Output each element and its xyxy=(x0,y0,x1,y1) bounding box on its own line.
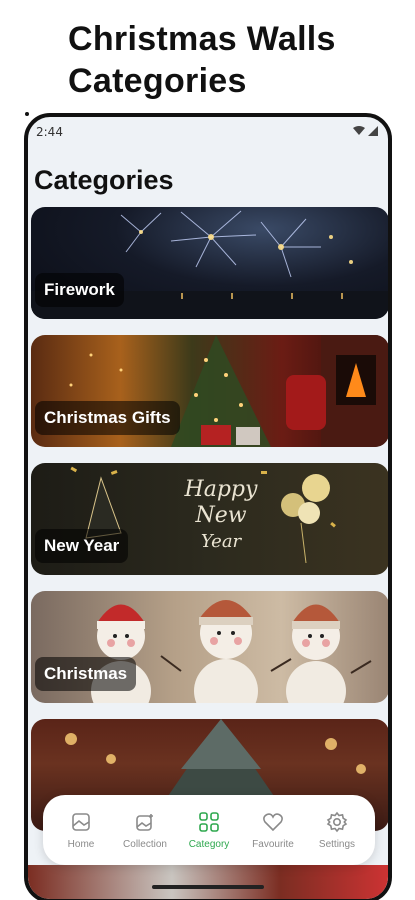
category-grid-icon xyxy=(199,811,219,832)
nav-item-collection[interactable]: Collection xyxy=(115,811,175,850)
nav-label-home: Home xyxy=(67,838,95,850)
status-icons xyxy=(353,126,378,136)
category-card-firework[interactable]: Firework xyxy=(31,207,388,319)
promo-title: Christmas Walls Categories xyxy=(68,18,336,102)
home-image-icon xyxy=(72,812,90,831)
category-card-christmas[interactable]: Christmas xyxy=(31,591,388,703)
status-time: 2:44 xyxy=(36,125,63,139)
nav-item-settings[interactable]: Settings xyxy=(307,811,367,850)
nav-item-category[interactable]: Category xyxy=(179,811,239,850)
phone-frame: 2:44 Categories Firework Christmas Gifts… xyxy=(24,113,392,900)
category-list[interactable]: Firework Christmas Gifts Happy New Year … xyxy=(31,207,388,847)
bottom-navigation: Home Collection Category Favourite Setti… xyxy=(43,795,375,865)
wifi-icon xyxy=(353,126,365,135)
gear-icon xyxy=(326,811,348,832)
collection-icon xyxy=(136,813,153,831)
nav-label-category: Category xyxy=(188,838,230,850)
home-indicator xyxy=(152,885,264,889)
partial-card-bottom xyxy=(28,865,388,899)
greeting-line3: Year xyxy=(200,531,242,552)
category-card-new-year[interactable]: Happy New Year New Year xyxy=(31,463,388,575)
promo-title-line1: Christmas Walls xyxy=(68,20,336,58)
decorative-dot xyxy=(25,112,29,116)
category-label: Christmas Gifts xyxy=(35,401,180,435)
status-bar: 2:44 xyxy=(28,117,388,143)
category-label: Christmas xyxy=(35,657,137,691)
promo-title-line2: Categories xyxy=(68,62,247,100)
category-label: New Year xyxy=(35,529,129,563)
signal-icon xyxy=(368,126,378,136)
nav-label-favourite: Favourite xyxy=(252,838,294,850)
page-title: Categories xyxy=(34,165,174,195)
category-label: Firework xyxy=(35,273,124,307)
happy-new-year-text: Happy New Year xyxy=(171,477,271,555)
nav-item-home[interactable]: Home xyxy=(51,811,111,850)
nav-item-favourite[interactable]: Favourite xyxy=(243,811,303,850)
greeting-line1: Happy xyxy=(184,477,258,502)
heart-icon xyxy=(263,812,283,831)
category-card-christmas-gifts[interactable]: Christmas Gifts xyxy=(31,335,388,447)
greeting-line2: New xyxy=(195,503,247,528)
nav-label-collection: Collection xyxy=(123,838,167,850)
nav-label-settings: Settings xyxy=(318,838,356,850)
